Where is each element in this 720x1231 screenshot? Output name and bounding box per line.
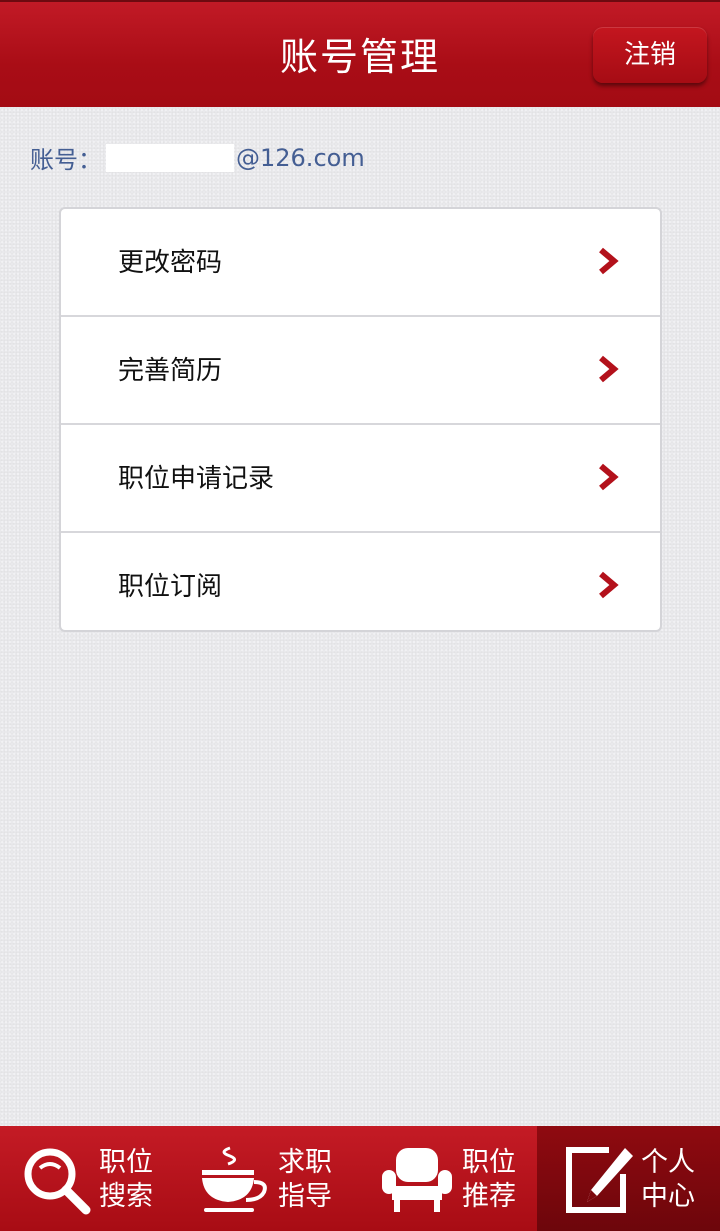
menu-item-application-records[interactable]: 职位申请记录 [61, 425, 660, 533]
tab-label-line1: 求职 [278, 1147, 332, 1178]
tab-label-line1: 职位 [99, 1147, 153, 1178]
tab-label-line2: 指导 [278, 1181, 332, 1212]
edit-note-icon [566, 1147, 633, 1213]
tab-label-line2: 搜索 [99, 1181, 153, 1212]
account-menu: 更改密码 完善简历 职位申请记录 职位订阅 [59, 207, 662, 632]
tab-job-recommend[interactable]: 职位 推荐 [360, 1126, 537, 1231]
menu-item-complete-resume[interactable]: 完善简历 [61, 317, 660, 425]
redacted-email-block [106, 143, 234, 172]
logout-button[interactable]: 注销 [593, 27, 707, 83]
menu-item-label: 职位订阅 [118, 572, 223, 602]
bottom-tab-bar: 职位 搜索 求职 指导 职位 推荐 个人 中心 [0, 1126, 720, 1231]
tab-career-guide[interactable]: 求职 指导 [180, 1126, 360, 1231]
armchair-icon [382, 1148, 452, 1212]
tab-personal-center[interactable]: 个人 中心 [537, 1126, 720, 1231]
coffee-cup-icon [202, 1146, 267, 1212]
menu-item-label: 更改密码 [118, 248, 223, 278]
account-label: 账号： [30, 146, 102, 174]
chevron-right-icon [599, 463, 619, 491]
menu-item-job-subscription[interactable]: 职位订阅 [61, 533, 660, 630]
search-icon [24, 1148, 91, 1215]
tab-label-line1: 职位 [462, 1147, 516, 1178]
chevron-right-icon [599, 247, 619, 275]
menu-item-label: 完善简历 [118, 356, 223, 386]
tab-job-search[interactable]: 职位 搜索 [0, 1126, 180, 1231]
header-bar: 账号管理 注销 [0, 0, 720, 107]
menu-item-label: 职位申请记录 [118, 464, 275, 494]
chevron-right-icon [599, 355, 619, 383]
account-info: 账号： @126.com [30, 140, 365, 175]
chevron-right-icon [599, 571, 619, 599]
account-email-suffix: @126.com [236, 143, 365, 172]
tab-label-line2: 中心 [641, 1181, 695, 1212]
tab-label-line1: 个人 [641, 1147, 695, 1178]
menu-item-change-password[interactable]: 更改密码 [61, 209, 660, 317]
tab-label-line2: 推荐 [462, 1181, 516, 1212]
